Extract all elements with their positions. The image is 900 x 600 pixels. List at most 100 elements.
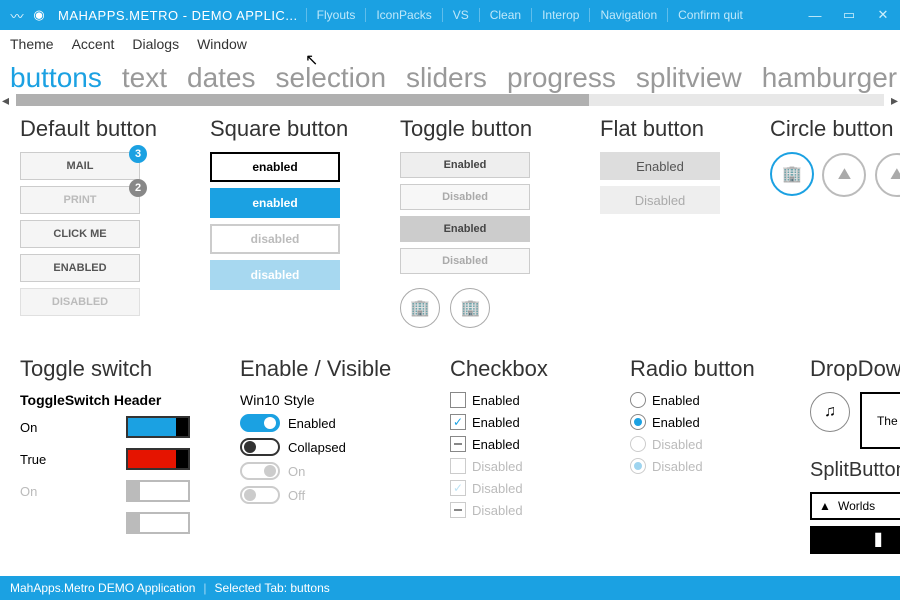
tab-scrollbar[interactable]: ◂ ▸ bbox=[16, 94, 884, 106]
status-app: MahApps.Metro DEMO Application bbox=[10, 581, 195, 595]
dropdown-circle-music[interactable]: ♫ bbox=[810, 392, 850, 432]
togglebtn-disabled2: Disabled bbox=[400, 248, 530, 274]
win10-style-label: Win10 Style bbox=[240, 392, 410, 408]
rad-1[interactable]: Enabled bbox=[630, 392, 770, 408]
chevron-down-icon: ⌄ bbox=[868, 430, 900, 441]
scrollbar-thumb[interactable] bbox=[16, 94, 589, 106]
togglebtn-enabled[interactable]: Enabled bbox=[400, 152, 530, 178]
splitbutton-2[interactable]: ▋ bbox=[810, 526, 900, 554]
flat-enabled[interactable]: Enabled bbox=[600, 152, 720, 180]
scroll-left-icon[interactable]: ◂ bbox=[2, 92, 9, 109]
toggleswitch-4 bbox=[126, 512, 190, 534]
cmd-clean[interactable]: Clean bbox=[479, 8, 531, 22]
tab-selection[interactable]: selection bbox=[276, 62, 387, 94]
cmd-interop[interactable]: Interop bbox=[531, 8, 589, 22]
status-selected-tab: Selected Tab: buttons bbox=[215, 581, 330, 595]
menu-accent[interactable]: Accent bbox=[72, 36, 115, 52]
tab-buttons[interactable]: buttons bbox=[10, 62, 102, 94]
ts-label-on-dis: On bbox=[20, 484, 37, 499]
ts-label-on: On bbox=[20, 420, 37, 435]
scroll-right-icon[interactable]: ▸ bbox=[891, 92, 898, 109]
book-icon: ▋ bbox=[868, 400, 900, 414]
tab-text[interactable]: text bbox=[122, 62, 167, 94]
section-checkbox: Checkbox bbox=[450, 356, 590, 382]
togglebtn-disabled: Disabled bbox=[400, 184, 530, 210]
menubar: Theme Accent Dialogs Window bbox=[0, 30, 900, 58]
chk-5: ✓Disabled bbox=[450, 480, 590, 496]
chk-6: Disabled bbox=[450, 502, 590, 518]
section-radio: Radio button bbox=[630, 356, 770, 382]
ts-label-true: True bbox=[20, 452, 46, 467]
circle-btn-3[interactable]: ⛰ bbox=[875, 153, 900, 197]
toggleswitch-1[interactable] bbox=[126, 416, 190, 438]
section-enable-visible: Enable / Visible bbox=[240, 356, 410, 382]
section-dropdownbutton: DropDownButton bbox=[810, 356, 900, 382]
toggleswitch-3 bbox=[126, 480, 190, 502]
dropdown-content-label: The Content bbox=[868, 414, 900, 428]
chk-1[interactable]: Enabled bbox=[450, 392, 590, 408]
cmd-vs[interactable]: VS bbox=[442, 8, 479, 22]
disabled-button: DISABLED bbox=[20, 288, 140, 316]
warning-icon: ▲ bbox=[812, 499, 838, 513]
cmd-navigation[interactable]: Navigation bbox=[589, 8, 667, 22]
w10-switch-on-dis bbox=[240, 462, 280, 480]
w10-label-enabled: Enabled bbox=[288, 416, 336, 431]
close-button[interactable]: ✕ bbox=[866, 7, 900, 23]
menu-dialogs[interactable]: Dialogs bbox=[132, 36, 179, 52]
rad-4: Disabled bbox=[630, 458, 770, 474]
circle-toggle-2[interactable]: 🏢 bbox=[450, 288, 490, 328]
github-icon[interactable]: ◉ bbox=[28, 7, 50, 23]
chk-4: Disabled bbox=[450, 458, 590, 474]
toggleswitch-2[interactable] bbox=[126, 448, 190, 470]
chk-3[interactable]: Enabled bbox=[450, 436, 590, 452]
flat-disabled: Disabled bbox=[600, 186, 720, 214]
square-disabled-accent: disabled bbox=[210, 260, 340, 290]
square-enabled[interactable]: enabled bbox=[210, 152, 340, 182]
section-square-button: Square button bbox=[210, 116, 360, 142]
section-default-button: Default button bbox=[20, 116, 170, 142]
square-enabled-accent[interactable]: enabled bbox=[210, 188, 340, 218]
square-disabled: disabled bbox=[210, 224, 340, 254]
badge-2: 2 bbox=[129, 179, 147, 197]
menu-window[interactable]: Window bbox=[197, 36, 247, 52]
maximize-button[interactable]: ▭ bbox=[832, 7, 866, 23]
section-splitbutton: SplitButton bbox=[810, 459, 900, 482]
tab-hamburger[interactable]: hamburger bbox=[762, 62, 897, 94]
cmd-iconpacks[interactable]: IconPacks bbox=[365, 8, 441, 22]
rad-2[interactable]: Enabled bbox=[630, 414, 770, 430]
circle-toggle-1[interactable]: 🏢 bbox=[400, 288, 440, 328]
w10-label-collapsed: Collapsed bbox=[288, 440, 346, 455]
chk-2[interactable]: ✓Enabled bbox=[450, 414, 590, 430]
w10-switch-collapsed[interactable] bbox=[240, 438, 280, 456]
dropdown-content-box[interactable]: ▋ The Content ⌄ bbox=[860, 392, 900, 449]
enabled-button[interactable]: ENABLED bbox=[20, 254, 140, 282]
statusbar: MahApps.Metro DEMO Application | Selecte… bbox=[0, 576, 900, 600]
tab-dates[interactable]: dates bbox=[187, 62, 256, 94]
book-icon-2: ▋ bbox=[875, 533, 884, 547]
clickme-button[interactable]: CLICK ME bbox=[20, 220, 140, 248]
section-toggle-switch: Toggle switch bbox=[20, 356, 200, 382]
cmd-flyouts[interactable]: Flyouts bbox=[306, 8, 366, 22]
content-area: Default button MAIL3 PRINT2 CLICK ME ENA… bbox=[0, 106, 900, 576]
tabstrip: buttons text dates selection sliders pro… bbox=[0, 58, 900, 106]
section-toggle-button: Toggle button bbox=[400, 116, 560, 142]
w10-switch-off-dis bbox=[240, 486, 280, 504]
circle-btn-2[interactable]: ⛰ bbox=[822, 153, 866, 197]
w10-switch-enabled[interactable] bbox=[240, 414, 280, 432]
rad-3: Disabled bbox=[630, 436, 770, 452]
app-title: MAHAPPS.METRO - DEMO APPLIC... bbox=[58, 8, 298, 23]
tab-progress[interactable]: progress bbox=[507, 62, 616, 94]
splitbutton-worlds[interactable]: ▲ Worlds ⌄ bbox=[810, 492, 900, 520]
cmd-confirmquit[interactable]: Confirm quit bbox=[667, 8, 753, 22]
tab-sliders[interactable]: sliders bbox=[406, 62, 487, 94]
tab-splitview[interactable]: splitview bbox=[636, 62, 742, 94]
mail-button[interactable]: MAIL3 bbox=[20, 152, 140, 180]
togglebtn-enabled-pressed[interactable]: Enabled bbox=[400, 216, 530, 242]
splitbutton-label: Worlds bbox=[838, 499, 900, 513]
section-flat-button: Flat button bbox=[600, 116, 730, 142]
mustache-icon[interactable]: 〰 bbox=[6, 6, 28, 25]
circle-btn-active[interactable]: 🏢 bbox=[770, 152, 814, 196]
minimize-button[interactable]: — bbox=[798, 8, 832, 23]
print-button[interactable]: PRINT2 bbox=[20, 186, 140, 214]
menu-theme[interactable]: Theme bbox=[10, 36, 54, 52]
